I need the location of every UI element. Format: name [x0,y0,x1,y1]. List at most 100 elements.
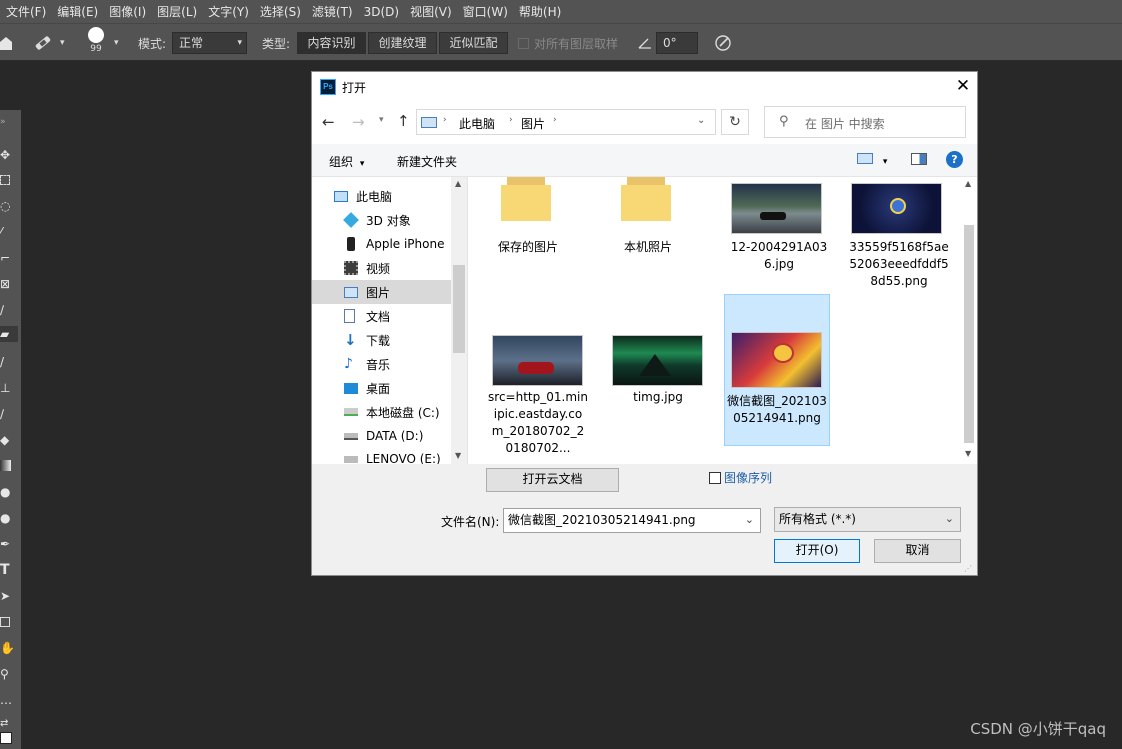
gradient-tool-icon[interactable] [0,458,16,474]
up-arrow-icon[interactable]: ↑ [397,112,410,130]
organize-menu[interactable]: 组织 ▾ [329,153,364,170]
crop-tool-icon[interactable]: ⌐ [0,250,16,266]
scroll-down-icon[interactable]: ▼ [455,451,461,460]
rectangle-tool-icon[interactable] [0,614,16,630]
open-button[interactable]: 打开(O) [774,539,860,563]
foreground-color-swatch[interactable] [0,732,16,748]
cancel-button[interactable]: 取消 [874,539,961,563]
nav-item-drive-e[interactable]: LENOVO (E:) [312,448,451,464]
hand-tool-icon[interactable]: ✋ [0,640,16,656]
file-item-image[interactable]: timg.jpg [608,327,718,427]
breadcrumb-pictures[interactable]: 图片 [521,115,545,132]
lasso-tool-icon[interactable]: ◌ [0,198,16,214]
eraser-tool-icon[interactable]: ◆ [0,432,16,448]
type-create-texture-button[interactable]: 创建纹理 [368,32,437,54]
angle-input[interactable]: 0° [656,32,698,54]
healing-brush-icon[interactable]: ▾ [32,32,65,54]
file-item-folder[interactable]: 本机照片 [593,177,703,267]
menu-edit[interactable]: 编辑(E) [57,3,98,20]
menu-file[interactable]: 文件(F) [6,3,46,20]
menu-select[interactable]: 选择(S) [260,3,301,20]
dodge-tool-icon[interactable]: ● [0,510,16,526]
preview-pane-icon[interactable] [911,153,927,165]
menu-filter[interactable]: 滤镜(T) [312,3,353,20]
image-sequence-checkbox[interactable]: 图像序列 [709,469,772,486]
nav-item-iphone[interactable]: Apple iPhone [312,232,451,256]
chevron-down-icon[interactable]: ⌄ [945,508,954,530]
scroll-down-icon[interactable]: ▼ [965,449,971,458]
type-content-aware-button[interactable]: 内容识别 [297,32,366,54]
recent-chevron-icon[interactable]: ▾ [379,115,384,125]
blur-tool-icon[interactable]: ● [0,484,16,500]
pressure-icon[interactable] [714,32,732,54]
menu-3d[interactable]: 3D(D) [364,5,399,19]
nav-item-pictures[interactable]: 图片 [312,280,451,304]
healing-tool-icon[interactable]: ▰ [0,326,18,342]
filetype-select[interactable]: 所有格式 (*.*) ⌄ [774,507,961,532]
menu-view[interactable]: 视图(V) [410,3,452,20]
menu-image[interactable]: 图像(I) [109,3,146,20]
forward-arrow-icon[interactable]: → [352,113,365,131]
scroll-up-icon[interactable]: ▲ [455,179,461,188]
help-icon[interactable]: ? [946,151,963,168]
new-folder-button[interactable]: 新建文件夹 [397,153,457,170]
swap-colors-icon[interactable]: ⇄ [0,716,16,732]
frame-tool-icon[interactable]: ⊠ [0,276,16,292]
menu-help[interactable]: 帮助(H) [519,3,561,20]
sample-all-layers-checkbox[interactable]: 对所有图层取样 [518,32,618,54]
nav-item-drive-d[interactable]: DATA (D:) [312,424,451,448]
drive-icon [344,432,358,440]
home-icon[interactable] [0,32,12,54]
nav-item-drive-c[interactable]: 本地磁盘 (C:) [312,400,451,424]
chevron-down-icon[interactable]: ⌄ [745,509,754,531]
pen-tool-icon[interactable]: ✒ [0,536,16,552]
file-item-image[interactable]: 12-2004291A036.jpg [724,177,834,277]
scroll-up-icon[interactable]: ▲ [965,179,971,188]
type-tool-icon[interactable]: T [0,562,16,578]
eyedropper-icon[interactable]: ∕ [0,302,16,318]
type-proximity-match-button[interactable]: 近似匹配 [439,32,508,54]
file-item-image[interactable]: src=http_01.minipic.eastday.com_20180702… [488,327,598,467]
nav-item-music[interactable]: ♪ 音乐 [312,352,451,376]
zoom-tool-icon[interactable]: ⚲ [0,666,16,682]
more-tools-icon[interactable]: … [0,692,16,708]
nav-item-this-pc[interactable]: 此电脑 [312,184,451,208]
brush-size-picker[interactable]: 99 [88,27,104,57]
history-brush-icon[interactable]: ∕ [0,406,16,422]
address-dropdown-icon[interactable]: ⌄ [697,115,705,126]
nav-item-3d-objects[interactable]: 3D 对象 [312,208,451,232]
file-item-image[interactable]: 33559f5168f5ae52063eeedfddf58d55.png [844,177,954,292]
file-scroll-thumb[interactable] [964,225,974,443]
brush-tool-icon[interactable]: / [0,354,16,370]
close-icon[interactable]: ✕ [952,75,974,97]
breadcrumb-this-pc[interactable]: 此电脑 [459,115,495,132]
file-item-folder[interactable]: 保存的图片 [473,177,583,267]
filename-input[interactable]: 微信截图_20210305214941.png ⌄ [503,508,761,533]
view-options-icon[interactable]: ▾ [857,153,887,167]
collapse-icon[interactable]: » [0,114,16,130]
search-input[interactable]: ⚲ 在 图片 中搜索 [764,106,966,138]
quick-select-icon[interactable]: ⁄ [0,224,16,240]
mode-select[interactable]: 正常 ▾ [172,32,247,54]
menu-layer[interactable]: 图层(L) [157,3,197,20]
open-cloud-documents-button[interactable]: 打开云文档 [486,468,619,492]
refresh-icon[interactable]: ↻ [721,109,749,135]
nav-item-documents[interactable]: 文档 [312,304,451,328]
marquee-tool-icon[interactable] [0,172,16,188]
nav-item-videos[interactable]: 视频 [312,256,451,280]
menu-type[interactable]: 文字(Y) [208,3,249,20]
stamp-tool-icon[interactable]: ⊥ [0,380,16,396]
nav-scrollbar[interactable]: ▲ ▼ [451,177,467,464]
file-scrollbar[interactable]: ▲ ▼ [961,177,977,464]
nav-item-desktop[interactable]: 桌面 [312,376,451,400]
back-arrow-icon[interactable]: ← [322,113,335,131]
path-select-icon[interactable]: ➤ [0,588,16,604]
nav-item-downloads[interactable]: ↓ 下载 [312,328,451,352]
file-item-image-selected[interactable]: 微信截图_20210305214941.png [724,294,830,446]
brush-dropdown-icon[interactable]: ▾ [114,32,119,54]
resize-grip-icon[interactable]: ⋰ [964,564,972,573]
move-tool-icon[interactable]: ✥ [0,147,16,163]
menu-window[interactable]: 窗口(W) [463,3,508,20]
breadcrumb[interactable]: › 此电脑 › 图片 › ⌄ [416,109,716,135]
nav-scroll-thumb[interactable] [453,265,465,353]
